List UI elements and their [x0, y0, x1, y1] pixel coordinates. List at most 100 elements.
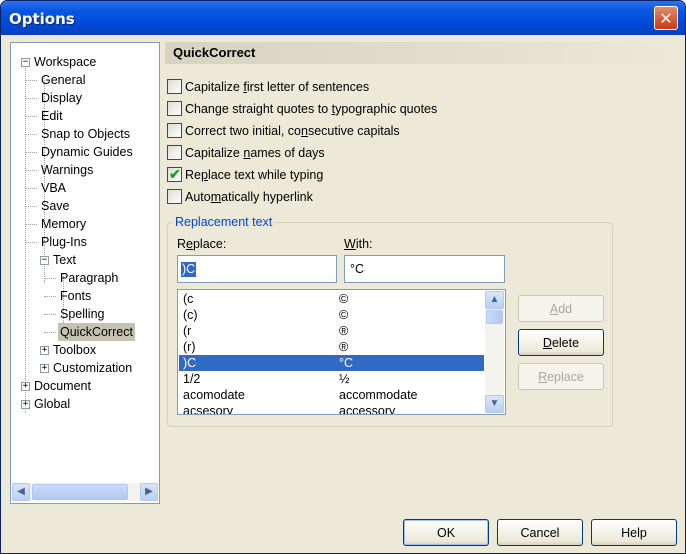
replace-input[interactable]: )C	[177, 255, 337, 283]
checkmark-icon: ✔	[169, 166, 181, 182]
tree-item-label: General	[41, 73, 86, 87]
list-vertical-scrollbar[interactable]: ▲ ▼	[485, 291, 504, 413]
tree-item-label: VBA	[41, 181, 67, 195]
tree-item-memory[interactable]: Memory	[11, 215, 157, 233]
tree-item-text[interactable]: − Text	[11, 251, 157, 269]
list-item[interactable]: )C °C	[179, 355, 484, 371]
replace-button[interactable]: Replace	[518, 363, 604, 390]
tree-connector	[25, 242, 37, 243]
list-item-replace: acomodate	[183, 388, 245, 402]
tree-item-workspace[interactable]: − Workspace	[11, 53, 157, 71]
expand-icon[interactable]: +	[21, 382, 30, 391]
option-label: Change straight quotes to typographic qu…	[185, 102, 438, 116]
collapse-icon[interactable]: −	[40, 256, 49, 265]
tree-item-label: Warnings	[41, 163, 94, 177]
list-scroll-thumb[interactable]	[486, 310, 503, 324]
replacement-text-legend: Replacement text	[173, 215, 275, 229]
tree-item-snap-to-objects[interactable]: Snap to Objects	[11, 125, 157, 143]
replace-label: Replace:	[177, 237, 227, 251]
with-input-field[interactable]	[345, 256, 504, 282]
tree-connector	[44, 296, 56, 297]
tree-connector	[44, 278, 56, 279]
list-item[interactable]: (r ®	[179, 323, 484, 339]
option-label: Correct two initial, consecutive capital…	[185, 124, 400, 138]
tree-item-label: Save	[41, 199, 70, 213]
tree-item-quickcorrect[interactable]: QuickCorrect	[11, 323, 157, 341]
ok-button[interactable]: OK	[403, 519, 489, 546]
expand-icon[interactable]: +	[21, 400, 30, 409]
tree-item-warnings[interactable]: Warnings	[11, 161, 157, 179]
help-button[interactable]: Help	[591, 519, 677, 546]
expand-icon[interactable]: +	[40, 364, 49, 373]
with-input[interactable]	[344, 255, 505, 283]
tree-item-label: Display	[41, 91, 82, 105]
tree-item-display[interactable]: Display	[11, 89, 157, 107]
tree-item-label: Text	[53, 253, 76, 267]
tree-connector	[25, 170, 37, 171]
tree-item-vba[interactable]: VBA	[11, 179, 157, 197]
list-item[interactable]: (c ©	[179, 291, 484, 307]
tree-item-label: Memory	[41, 217, 87, 231]
list-item-with: ®	[339, 340, 349, 354]
tree-item-label: Plug-Ins	[41, 235, 87, 249]
tree-item-dynamic-guides[interactable]: Dynamic Guides	[11, 143, 157, 161]
checkbox[interactable]: ✔	[167, 166, 182, 182]
tree-item-global[interactable]: + Global	[11, 395, 157, 413]
list-item-replace: 1/2	[183, 372, 201, 386]
tree-item-label: Fonts	[60, 289, 92, 303]
expand-icon[interactable]: +	[40, 346, 49, 355]
tree-item-paragraph[interactable]: Paragraph	[11, 269, 157, 287]
cancel-button[interactable]: Cancel	[497, 519, 583, 546]
tree-item-label: QuickCorrect	[58, 323, 135, 341]
option-label: Capitalize names of days	[185, 146, 325, 160]
collapse-icon[interactable]: −	[21, 58, 30, 67]
close-icon: ✕	[659, 9, 673, 28]
list-item-with: accommodate	[339, 388, 418, 402]
list-item[interactable]: (c) ©	[179, 307, 484, 323]
close-button[interactable]: ✕	[654, 6, 678, 30]
list-item[interactable]: (r) ®	[179, 339, 484, 355]
tree-item-toolbox[interactable]: + Toolbox	[11, 341, 157, 359]
checkbox[interactable]	[167, 123, 182, 138]
replacement-list[interactable]: (c © (c) © (r ® (r) ®)C °C 1/2 ½ acomodate accommoda…	[177, 289, 506, 415]
title-bar[interactable]: Options ✕	[1, 1, 685, 35]
tree-item-label: Workspace	[34, 55, 97, 69]
scroll-up-button[interactable]: ▲	[485, 291, 504, 309]
add-button[interactable]: Add	[518, 295, 604, 322]
tree-item-label: Customization	[53, 361, 133, 375]
tree-connector	[44, 332, 56, 333]
scroll-thumb[interactable]	[32, 484, 128, 500]
list-item-with: ½	[339, 372, 350, 386]
tree-item-general[interactable]: General	[11, 71, 157, 89]
tree-item-spelling[interactable]: Spelling	[11, 305, 157, 323]
option-label: Automatically hyperlink	[185, 190, 313, 204]
scroll-right-button[interactable]: ▶	[140, 483, 158, 501]
tree-item-document[interactable]: + Document	[11, 377, 157, 395]
scroll-down-button[interactable]: ▼	[485, 395, 504, 413]
panel-title: QuickCorrect	[173, 45, 256, 60]
list-item[interactable]: 1/2 ½	[179, 371, 484, 387]
window-title: Options	[9, 10, 75, 28]
checkbox[interactable]	[167, 145, 182, 160]
options-tree[interactable]: − Workspace General Display Edit Snap to Obje…	[10, 42, 160, 504]
tree-item-label: Snap to Objects	[41, 127, 130, 141]
tree-item-label: Edit	[41, 109, 63, 123]
tree-item-customization[interactable]: + Customization	[11, 359, 157, 377]
tree-horizontal-scrollbar[interactable]: ◀ ▶	[12, 483, 158, 501]
tree-connector	[25, 134, 37, 135]
tree-item-plug-ins[interactable]: Plug-Ins	[11, 233, 157, 251]
list-item[interactable]: acomodate accommodate	[179, 387, 484, 403]
options-dialog: Options ✕ − Workspace General Display Edit Sn…	[0, 0, 686, 554]
list-item-replace: (r	[183, 324, 192, 338]
checkbox[interactable]	[167, 79, 182, 94]
checkbox[interactable]	[167, 189, 182, 204]
tree-item-label: Global	[34, 397, 71, 411]
list-item[interactable]: acsesory accessory	[179, 403, 484, 414]
scroll-left-button[interactable]: ◀	[12, 483, 30, 501]
tree-connector	[25, 206, 37, 207]
tree-item-save[interactable]: Save	[11, 197, 157, 215]
checkbox[interactable]	[167, 101, 182, 116]
tree-item-edit[interactable]: Edit	[11, 107, 157, 125]
delete-button[interactable]: Delete	[518, 329, 604, 356]
tree-item-fonts[interactable]: Fonts	[11, 287, 157, 305]
